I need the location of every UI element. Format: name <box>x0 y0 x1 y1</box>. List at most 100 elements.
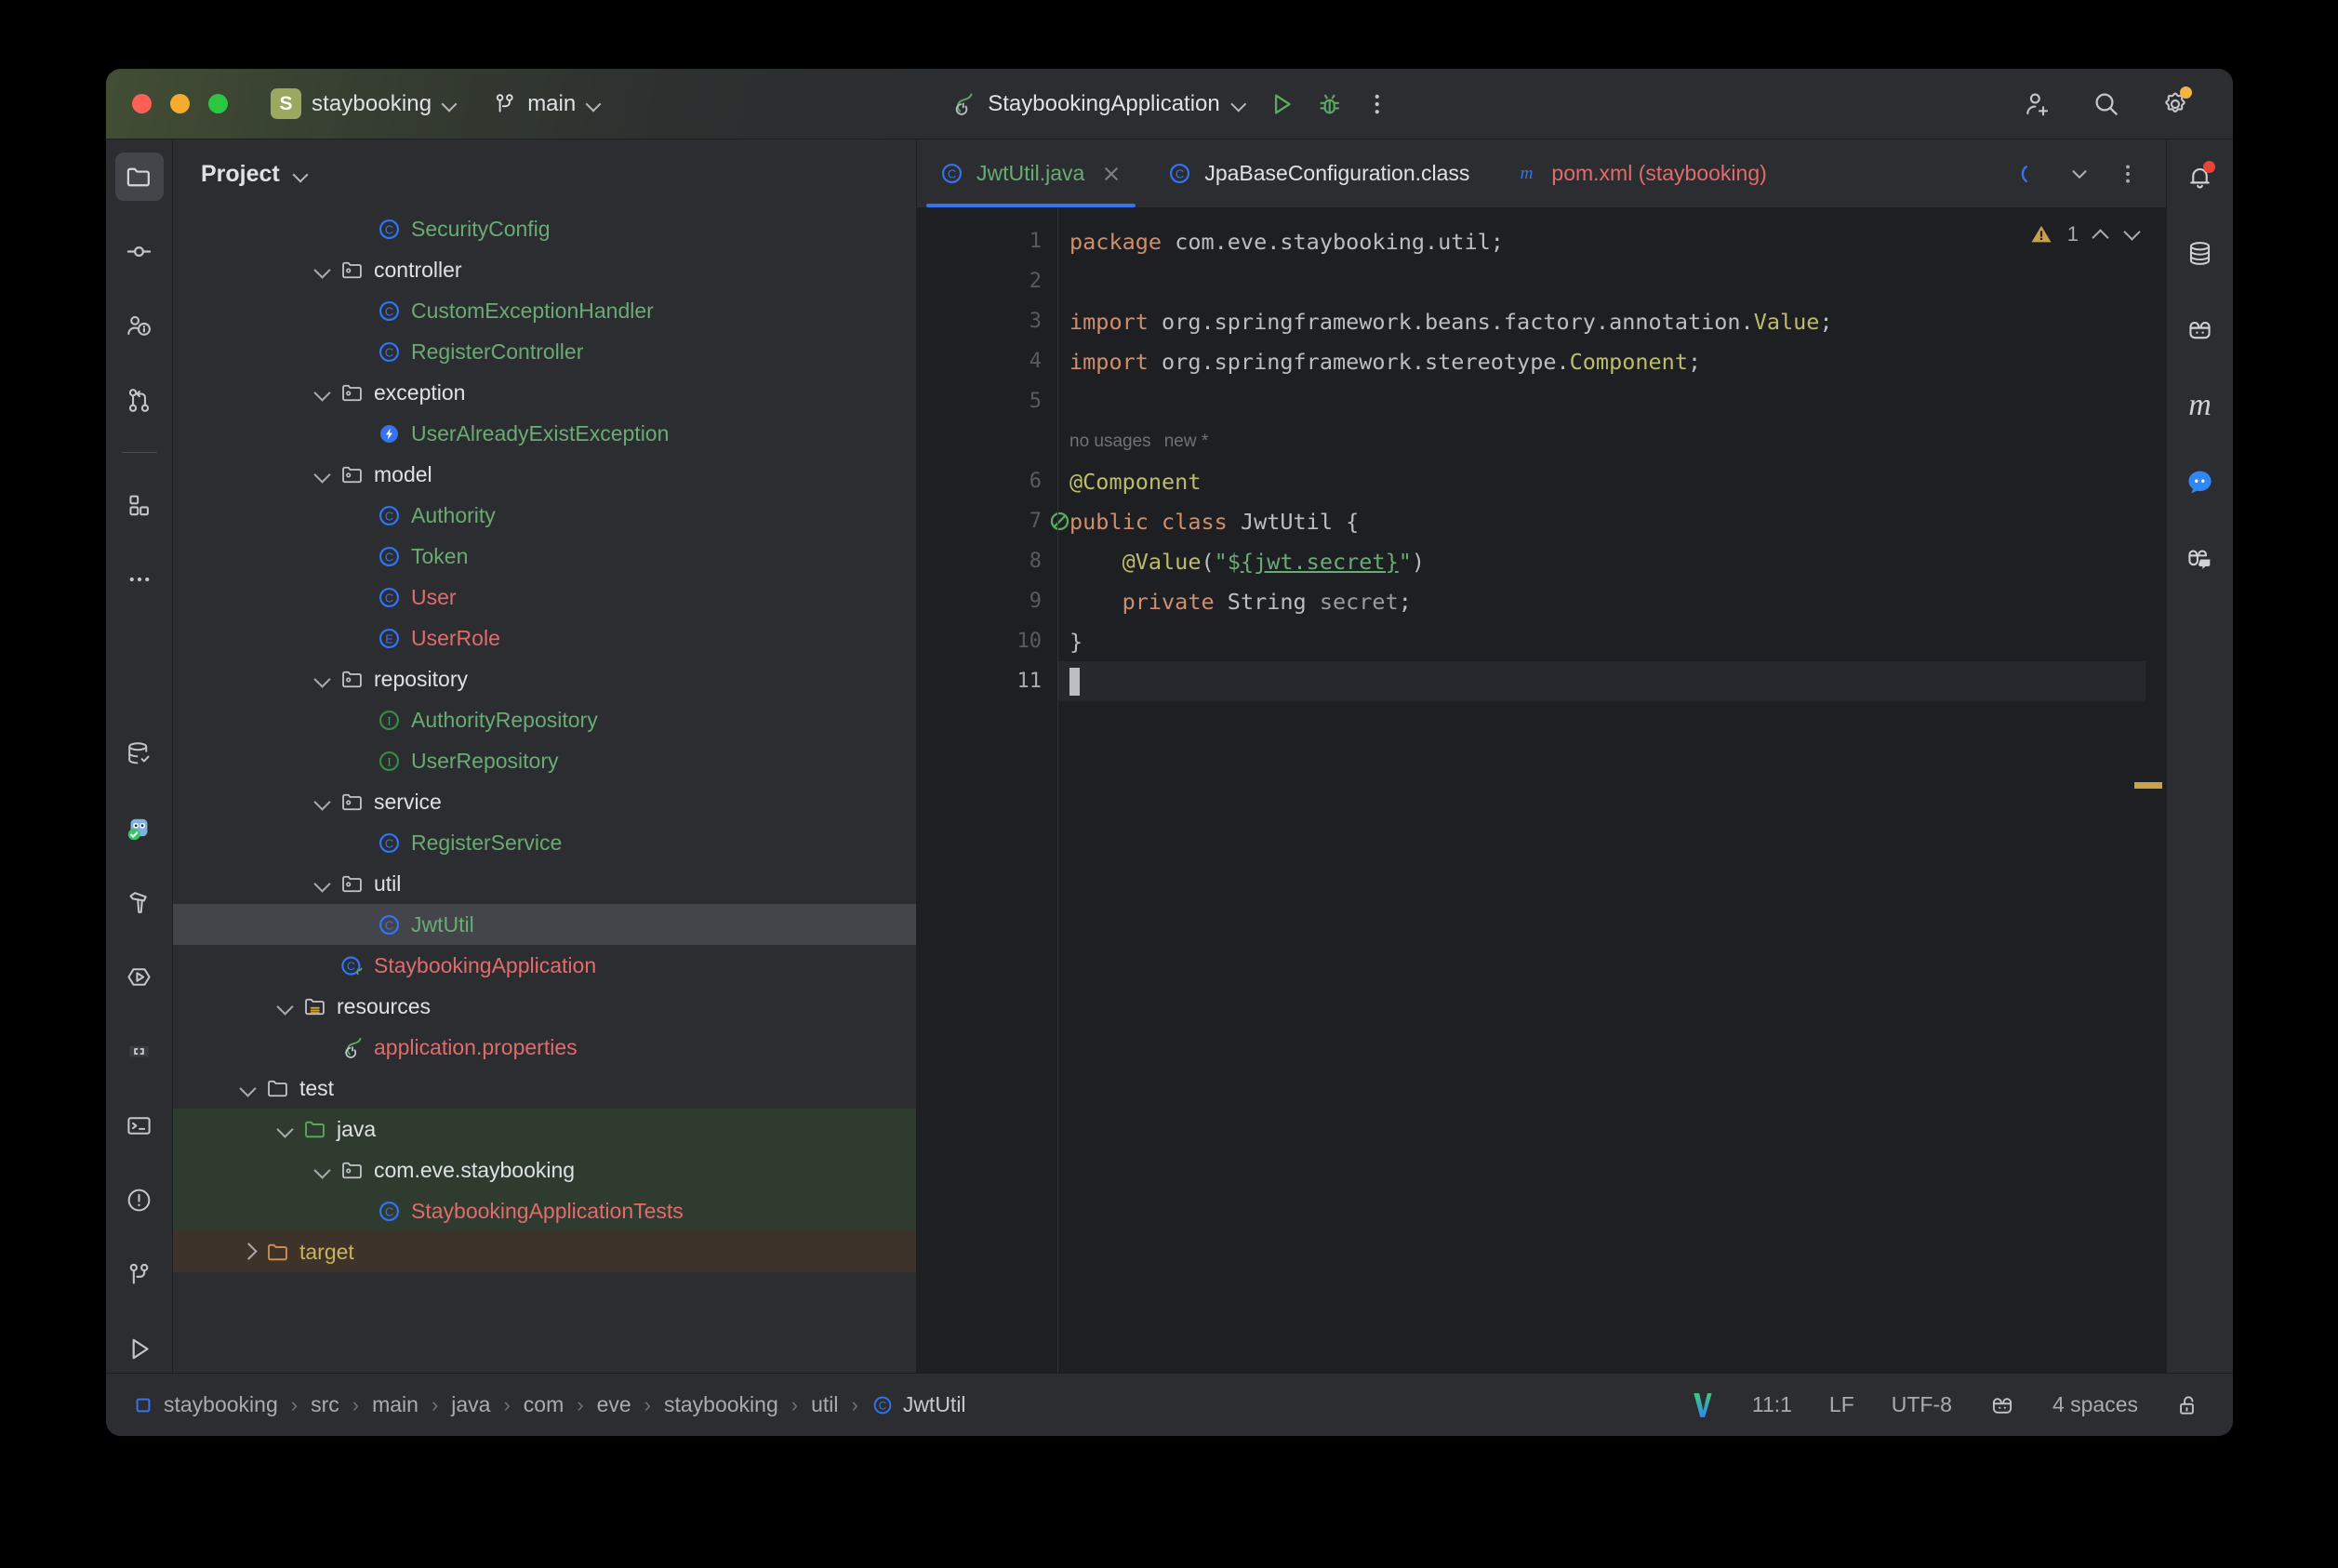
tree-node-customexceptionhandler[interactable]: C CustomExceptionHandler <box>173 290 916 331</box>
chevron-down-icon[interactable] <box>273 994 298 1018</box>
vim-idea-icon[interactable] <box>1691 1391 1715 1419</box>
maximize-window-button[interactable] <box>208 94 228 113</box>
project-selector[interactable]: S staybooking <box>271 88 458 119</box>
breadcrumb-item-staybooking[interactable]: staybooking <box>664 1392 778 1417</box>
tree-node-model[interactable]: model <box>173 454 916 495</box>
code-line[interactable] <box>1058 661 2166 701</box>
gutter-line-number[interactable]: 6 <box>917 461 1058 501</box>
sidebar-item-database-right[interactable] <box>2176 229 2225 277</box>
chevron-down-icon[interactable] <box>311 871 335 896</box>
code-line[interactable]: public class JwtUtil { <box>1058 501 2166 541</box>
code-line[interactable]: import org.springframework.stereotype. Co… <box>1058 341 2166 381</box>
code-vision-hint[interactable]: no usages new * <box>1058 421 2166 461</box>
sidebar-item-pull-requests[interactable] <box>115 301 164 350</box>
editor-tab-jwtutil-java[interactable]: C JwtUtil.java <box>917 140 1145 207</box>
warning-marker[interactable] <box>2134 782 2162 789</box>
sidebar-item-problems[interactable] <box>115 1176 164 1224</box>
sidebar-item-more-tools[interactable] <box>115 555 164 604</box>
editor-tab-jpabaseconfiguration-class[interactable]: C JpaBaseConfiguration.class <box>1145 140 1492 207</box>
sidebar-item-database[interactable] <box>115 729 164 777</box>
gutter-line-number[interactable]: 2 <box>917 261 1058 301</box>
project-tree[interactable]: C SecurityConfig controller C CustomExceptio… <box>173 208 916 1373</box>
code-editor[interactable]: 1 2 3 4 5 6 7 8 9 10 11 package com.eve.staybookin… <box>917 208 2166 1373</box>
tree-node-com-eve-staybooking[interactable]: com.eve.staybooking <box>173 1149 916 1190</box>
chevron-down-icon[interactable] <box>311 462 335 486</box>
sidebar-item-run[interactable] <box>115 952 164 1001</box>
sidebar-item-services[interactable] <box>115 1324 164 1373</box>
author-hint[interactable]: new * <box>1164 432 1209 452</box>
breadcrumb-item-com[interactable]: com <box>524 1392 564 1417</box>
file-encoding[interactable]: UTF-8 <box>1892 1392 1952 1417</box>
tree-node-java[interactable]: java <box>173 1109 916 1149</box>
sidebar-item-project[interactable] <box>114 153 164 201</box>
breadcrumb-item-eve[interactable]: eve <box>597 1392 631 1417</box>
code-with-me-icon[interactable] <box>1989 1392 2015 1418</box>
sidebar-item-terminal[interactable] <box>115 1101 164 1149</box>
tree-node-exception[interactable]: exception <box>173 372 916 413</box>
sidebar-item-ai-chat[interactable] <box>2176 458 2225 506</box>
unlocked-icon[interactable] <box>2175 1392 2201 1418</box>
breadcrumb-item-src[interactable]: src <box>311 1392 339 1417</box>
code-line[interactable] <box>1058 381 2166 421</box>
gutter-line-number[interactable]: 8 <box>917 541 1058 581</box>
more-options-icon[interactable] <box>1364 91 1390 117</box>
gutter-line-number[interactable]: 7 <box>917 501 1069 541</box>
tree-node-service[interactable]: service <box>173 781 916 822</box>
tree-node-user[interactable]: C User <box>173 577 916 618</box>
minimize-window-button[interactable] <box>170 94 190 113</box>
tree-node-test[interactable]: test <box>173 1068 916 1109</box>
editor-tab-pom-xml-staybooking-[interactable]: m pom.xml (staybooking) <box>1492 140 1788 207</box>
editor-scrollbar[interactable] <box>2134 208 2166 1373</box>
chevron-down-icon[interactable] <box>293 166 309 182</box>
sidebar-item-notifications[interactable] <box>2176 153 2225 201</box>
chevron-right-icon[interactable] <box>236 1240 260 1264</box>
tree-node-util[interactable]: util <box>173 863 916 904</box>
chevron-down-icon[interactable] <box>273 1117 298 1141</box>
search-everywhere-icon[interactable] <box>2092 89 2121 119</box>
close-window-button[interactable] <box>132 94 152 113</box>
tree-node-target[interactable]: target <box>173 1231 916 1272</box>
tree-node-application-properties[interactable]: application.properties <box>173 1027 916 1068</box>
tree-node-registercontroller[interactable]: C RegisterController <box>173 331 916 372</box>
line-separator[interactable]: LF <box>1829 1392 1854 1417</box>
run-button[interactable] <box>1268 90 1295 118</box>
tree-node-userrepository[interactable]: I UserRepository <box>173 740 916 781</box>
breadcrumb-item-java[interactable]: java <box>451 1392 490 1417</box>
sidebar-item-structure[interactable] <box>115 481 164 529</box>
tree-node-staybookingapplication[interactable]: C StaybookingApplication <box>173 945 916 986</box>
sidebar-item-code-with-me[interactable] <box>2176 305 2225 353</box>
chevron-down-icon[interactable] <box>311 258 335 282</box>
usages-hint[interactable]: no usages <box>1069 432 1151 452</box>
gutter-line-number[interactable]: 4 <box>917 341 1058 381</box>
git-branch-selector[interactable]: main <box>493 91 602 117</box>
chevron-down-icon[interactable] <box>311 1158 335 1182</box>
sidebar-item-collaboration[interactable] <box>2176 534 2225 582</box>
indent-setting[interactable]: 4 spaces <box>2052 1392 2138 1417</box>
sidebar-item-commit[interactable] <box>115 227 164 275</box>
breadcrumb-item-staybooking[interactable]: staybooking <box>132 1392 278 1417</box>
editor-gutter[interactable]: 1 2 3 4 5 6 7 8 9 10 11 <box>917 208 1069 1373</box>
code-line[interactable]: @Value("$ {jwt.secret} ") <box>1058 541 2166 581</box>
breadcrumb-item-jwtutil[interactable]: C JwtUtil <box>871 1392 966 1417</box>
sidebar-item-maven[interactable]: m <box>2176 381 2225 430</box>
code-line[interactable]: @Component <box>1058 461 2166 501</box>
gutter-line-number[interactable]: 9 <box>917 581 1058 621</box>
gutter-line-number[interactable]: 1 <box>917 221 1058 261</box>
tab-more-options-icon[interactable] <box>2116 162 2140 186</box>
tree-node-staybookingapplicationtests[interactable]: C StaybookingApplicationTests <box>173 1190 916 1231</box>
gutter-line-number[interactable]: 5 <box>917 381 1058 421</box>
tab-list-chevron-icon[interactable] <box>2067 162 2092 186</box>
code-line[interactable]: package com.eve.staybooking.util; <box>1058 221 2166 261</box>
tree-node-registerservice[interactable]: C RegisterService <box>173 822 916 863</box>
chevron-down-icon[interactable] <box>311 790 335 814</box>
settings-gear-icon[interactable] <box>2160 86 2192 119</box>
gutter-line-number[interactable]: 3 <box>917 301 1058 341</box>
inspection-widget[interactable]: 1 <box>2028 221 2142 247</box>
code-line[interactable] <box>1058 261 2166 301</box>
sidebar-item-build[interactable] <box>115 878 164 926</box>
close-tab-icon[interactable] <box>1100 163 1123 185</box>
debug-button[interactable] <box>1316 90 1344 118</box>
chevron-down-icon[interactable] <box>236 1076 260 1100</box>
tree-node-authority[interactable]: C Authority <box>173 495 916 536</box>
code-line[interactable]: } <box>1058 621 2166 661</box>
